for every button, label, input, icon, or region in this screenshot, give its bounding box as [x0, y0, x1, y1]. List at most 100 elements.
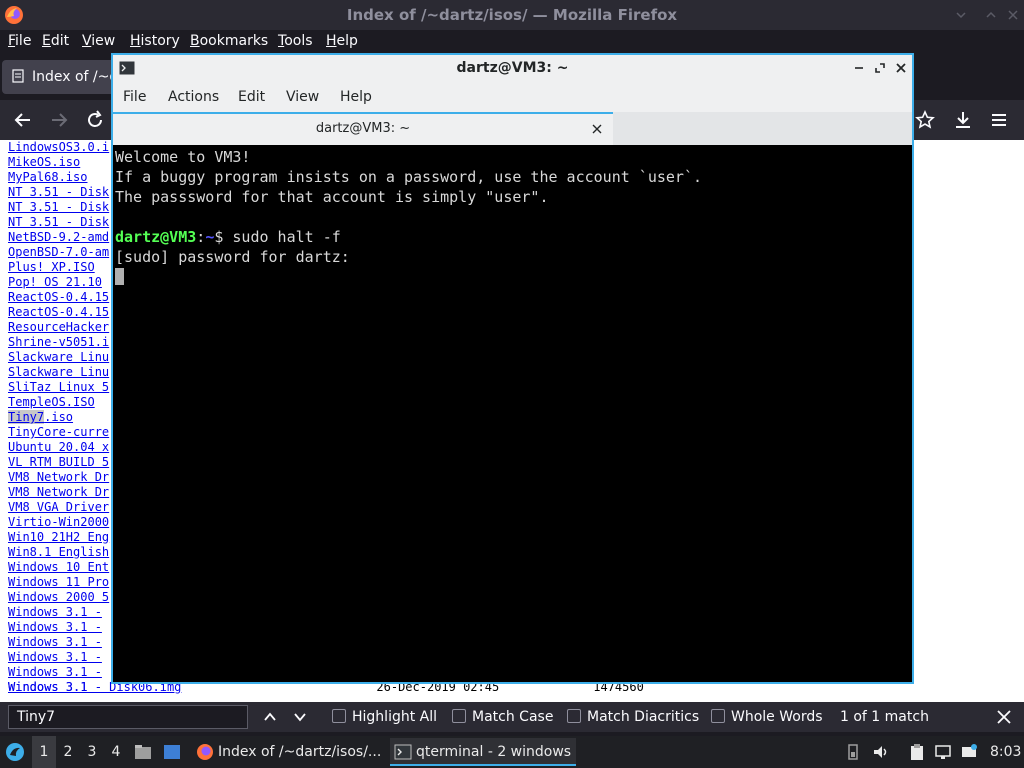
file-link[interactable]: MikeOS.iso: [8, 155, 109, 170]
terminal-icon: [119, 61, 135, 75]
task-qterminal[interactable]: qterminal - 2 windows: [390, 738, 576, 766]
file-link[interactable]: Slackware Linu: [8, 350, 109, 365]
find-previous-icon[interactable]: [262, 709, 278, 725]
terminal-tab[interactable]: dartz@VM3: ~: [113, 112, 613, 145]
file-link[interactable]: Windows 3.1 -: [8, 620, 109, 635]
close-findbar-icon[interactable]: [996, 709, 1012, 725]
clipboard-icon[interactable]: [908, 743, 926, 761]
file-link[interactable]: Shrine-v5051.i: [8, 335, 109, 350]
file-link-highlighted[interactable]: Tiny7.iso: [8, 410, 109, 425]
file-link[interactable]: NT 3.51 - Disk: [8, 200, 109, 215]
terminal-cursor-line: [115, 267, 912, 287]
file-link[interactable]: Windows 3.1 -: [8, 605, 109, 620]
volume-icon[interactable]: [872, 743, 890, 761]
find-input[interactable]: Tiny7: [8, 705, 248, 729]
minimize-icon[interactable]: [956, 10, 966, 20]
file-link[interactable]: Windows 2000 5: [8, 590, 109, 605]
show-desktop-icon[interactable]: [163, 743, 181, 761]
file-link[interactable]: Win8.1 English: [8, 545, 109, 560]
notification-icon[interactable]: [960, 743, 978, 761]
hamburger-menu-icon[interactable]: [988, 109, 1010, 131]
file-link[interactable]: OpenBSD-7.0-am: [8, 245, 109, 260]
workspace-2[interactable]: 2: [56, 736, 80, 768]
find-bar: Tiny7 Highlight All Match Case Match Dia…: [0, 702, 1024, 732]
menu-help[interactable]: Help: [326, 33, 358, 49]
reload-icon[interactable]: [84, 109, 106, 131]
file-link[interactable]: SliTaz Linux 5: [8, 380, 109, 395]
page-icon: [12, 69, 24, 83]
file-link[interactable]: Slackware Linu: [8, 365, 109, 380]
file-link[interactable]: Plus! XP.ISO: [8, 260, 109, 275]
menu-tools[interactable]: Tools: [278, 33, 313, 49]
match-diacritics-checkbox[interactable]: Match Diacritics: [567, 709, 699, 725]
file-link[interactable]: NT 3.51 - Disk: [8, 215, 109, 230]
battery-icon[interactable]: [844, 743, 862, 761]
task-firefox[interactable]: Index of /~dartz/isos/...: [192, 738, 386, 766]
file-link[interactable]: ReactOS-0.4.15: [8, 290, 109, 305]
menu-help[interactable]: Help: [340, 89, 372, 105]
file-link[interactable]: NetBSD-9.2-amd: [8, 230, 109, 245]
file-link[interactable]: Ubuntu 20.04 x: [8, 440, 109, 455]
forward-icon[interactable]: [48, 109, 70, 131]
match-case-checkbox[interactable]: Match Case: [452, 709, 553, 725]
file-link[interactable]: VL RTM BUILD 5: [8, 455, 109, 470]
close-tab-icon[interactable]: [591, 123, 603, 135]
clock[interactable]: 8:03: [990, 736, 1021, 768]
menu-file[interactable]: File: [123, 89, 146, 105]
prompt-user: dartz@VM3: [115, 228, 197, 246]
menu-view[interactable]: View: [286, 89, 319, 105]
menu-edit[interactable]: Edit: [42, 33, 69, 49]
file-link[interactable]: Virtio-Win2000: [8, 515, 109, 530]
file-link[interactable]: TinyCore-curre: [8, 425, 109, 440]
network-icon[interactable]: [934, 743, 952, 761]
menu-view[interactable]: View: [82, 33, 115, 49]
file-link[interactable]: Windows 3.1 -: [8, 665, 109, 680]
file-link[interactable]: Windows 3.1 -: [8, 650, 109, 665]
file-link[interactable]: TempleOS.ISO: [8, 395, 109, 410]
workspace-3[interactable]: 3: [80, 736, 104, 768]
menu-history[interactable]: History: [130, 33, 180, 49]
terminal-command: sudo halt -f: [232, 228, 341, 246]
tab-index-of-isos[interactable]: Index of /~d: [2, 60, 122, 94]
file-link[interactable]: Windows 3.1 -: [8, 635, 109, 650]
file-link[interactable]: Pop! OS 21.10: [8, 275, 109, 290]
file-link[interactable]: ReactOS-0.4.15: [8, 305, 109, 320]
minimize-icon[interactable]: [853, 62, 865, 74]
file-link[interactable]: VM8 Network Dr: [8, 485, 109, 500]
file-link[interactable]: MyPal68.iso: [8, 170, 109, 185]
back-icon[interactable]: [12, 109, 34, 131]
prompt-separator: :: [196, 228, 206, 246]
workspace-1[interactable]: 1: [32, 736, 56, 768]
desktop: Index of /~dartz/isos/ — Mozilla Firefox…: [0, 0, 1024, 768]
find-next-icon[interactable]: [292, 709, 308, 725]
file-link[interactable]: Windows 11 Pro: [8, 575, 109, 590]
terminal-output[interactable]: Welcome to VM3! If a buggy program insis…: [113, 145, 912, 682]
workspace-4[interactable]: 4: [104, 736, 128, 768]
maximize-icon[interactable]: [874, 62, 886, 74]
highlight-all-checkbox[interactable]: Highlight All: [332, 709, 437, 725]
file-link[interactable]: Win10 21H2 Eng: [8, 530, 109, 545]
start-menu-icon[interactable]: [5, 742, 25, 762]
firefox-logo-icon: [197, 744, 213, 760]
whole-words-checkbox[interactable]: Whole Words: [711, 709, 823, 725]
file-manager-icon[interactable]: [134, 743, 152, 761]
find-match-highlight: Tiny7: [8, 410, 45, 424]
menu-bookmarks[interactable]: Bookmarks: [190, 33, 268, 49]
file-link[interactable]: LindowsOS3.0.i: [8, 140, 109, 155]
file-link[interactable]: VM8 VGA Driver: [8, 500, 109, 515]
close-icon[interactable]: [895, 62, 907, 74]
file-link[interactable]: ResourceHacker: [8, 320, 109, 335]
file-link[interactable]: NT 3.51 - Disk: [8, 185, 109, 200]
file-link[interactable]: VM8 Network Dr: [8, 470, 109, 485]
bookmark-star-icon[interactable]: [914, 109, 936, 131]
close-icon[interactable]: [1008, 10, 1018, 20]
menu-actions[interactable]: Actions: [168, 89, 219, 105]
maximize-icon[interactable]: [986, 10, 996, 20]
firefox-titlebar[interactable]: Index of /~dartz/isos/ — Mozilla Firefox: [0, 0, 1024, 30]
file-link[interactable]: Windows 10 Ent: [8, 560, 109, 575]
downloads-icon[interactable]: [952, 109, 974, 131]
menu-edit[interactable]: Edit: [238, 89, 265, 105]
qterminal-titlebar[interactable]: dartz@VM3: ~: [113, 55, 912, 82]
menu-file[interactable]: File: [8, 33, 31, 49]
